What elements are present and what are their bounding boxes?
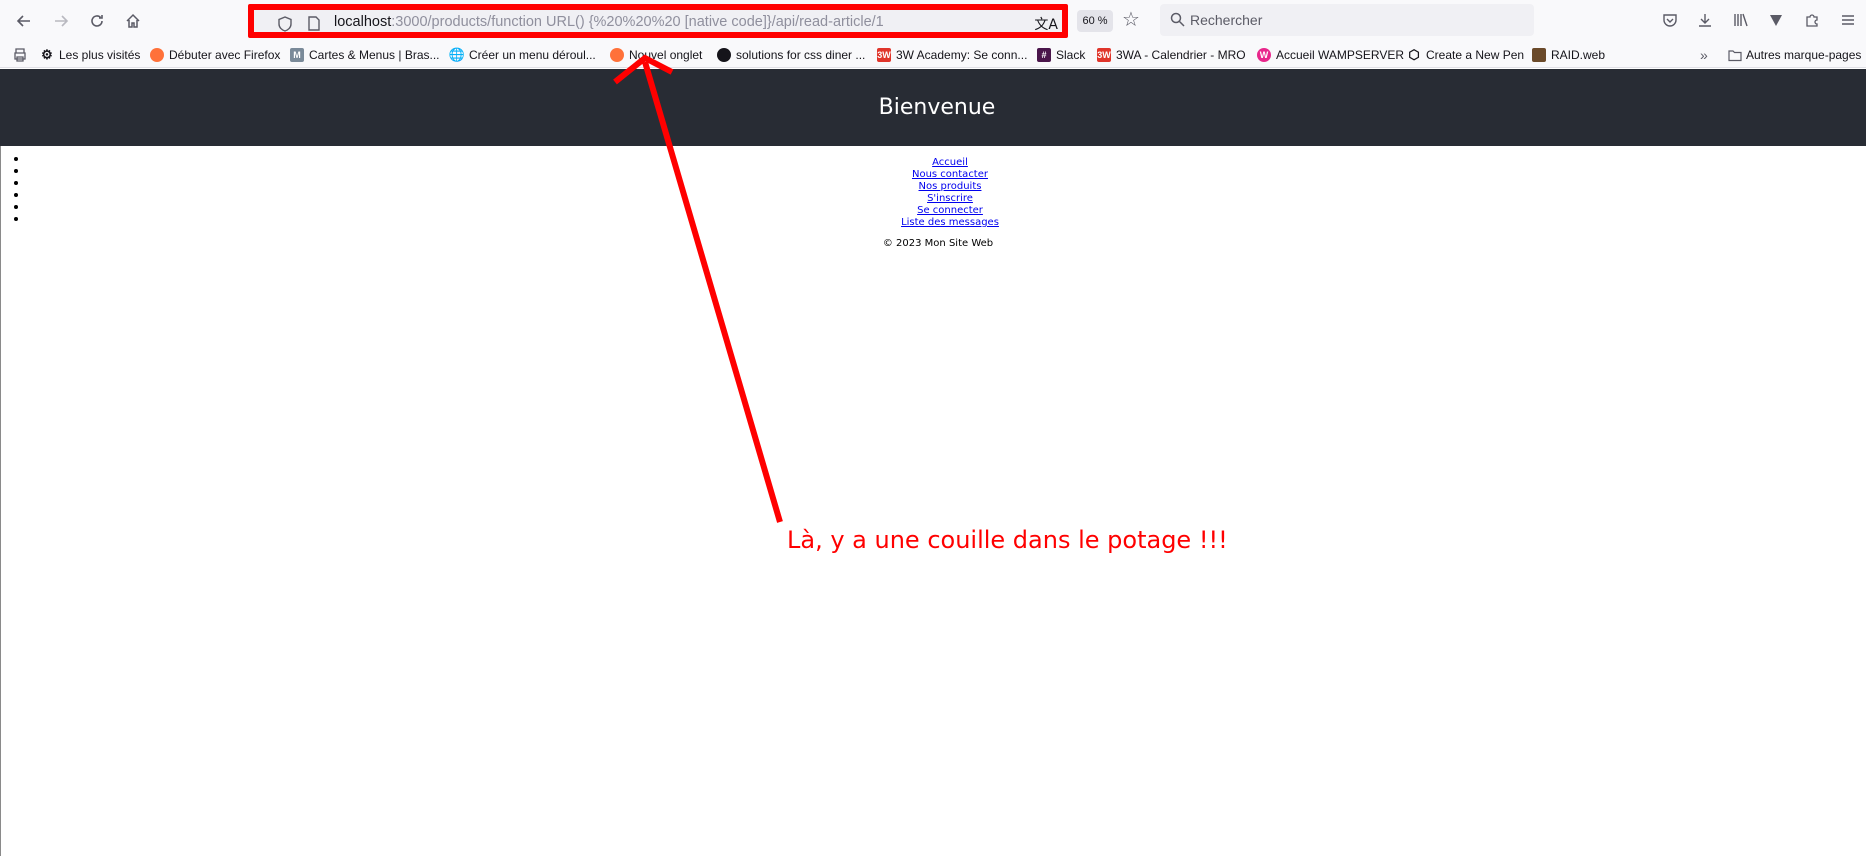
page-left-border [0,146,1,856]
downloads-icon[interactable] [1694,9,1716,31]
nav-link-messages[interactable]: Liste des messages [850,217,1050,229]
browser-toolbar: localhost:3000/products/function URL() {… [0,0,1866,42]
bookmark-label: RAID.web [1551,48,1606,62]
slack-icon: # [1037,48,1051,62]
library-icon[interactable] [1730,9,1752,31]
bookmark-item[interactable]: W Accueil WAMPSERVER [1257,46,1404,64]
shield-icon[interactable] [278,16,292,32]
site-nav: Accueil Nous contacter Nos produits S'in… [850,157,1050,229]
search-bar[interactable]: Rechercher [1160,4,1534,36]
url-bar[interactable]: localhost:3000/products/function URL() {… [248,4,1068,38]
bookmark-label: Cartes & Menus | Bras... [309,48,440,62]
wamp-icon: W [1257,48,1271,62]
bookmark-item[interactable]: ⚙ Les plus visités [40,46,140,64]
bookmark-label: Create a New Pen [1426,48,1525,62]
bookmark-item[interactable]: RAID.web [1532,46,1605,64]
forward-button[interactable] [48,8,74,34]
bookmark-icon: M [290,48,304,62]
globe-icon: 🌐 [448,47,466,62]
page-icon[interactable] [308,16,320,31]
3w-icon: 3W [877,48,891,62]
bookmark-star-icon[interactable]: ☆ [1122,7,1140,31]
bookmark-label: Slack [1056,48,1086,62]
nav-link-inscrire[interactable]: S'inscrire [850,193,1050,205]
gear-icon: ⚙ [41,47,53,62]
nav-link-accueil[interactable]: Accueil [850,157,1050,169]
bookmark-item[interactable]: solutions for css diner ... [717,46,865,64]
bookmarks-bar: ⚙ Les plus visités Débuter avec Firefox M… [0,42,1866,68]
other-bookmarks-folder[interactable]: Autres marque-pages [1728,46,1861,64]
print-icon[interactable] [12,46,28,64]
extensions-puzzle-icon[interactable] [1801,9,1823,31]
nav-link-contact[interactable]: Nous contacter [850,169,1050,181]
bookmark-label: 3W Academy: Se conn... [896,48,1028,62]
nav-link-produits[interactable]: Nos produits [850,181,1050,193]
bookmark-item[interactable]: ⬡ Create a New Pen [1407,46,1524,64]
menu-icon[interactable] [1837,9,1859,31]
site-header: Bienvenue [0,69,1866,146]
reload-icon [91,15,103,27]
bookmark-label: 3WA - Calendrier - MRO [1116,48,1246,62]
bookmark-item[interactable]: # Slack [1037,46,1085,64]
url-text[interactable]: localhost:3000/products/function URL() {… [334,14,884,30]
bookmark-label: Accueil WAMPSERVER [1276,48,1405,62]
bookmark-item[interactable]: Nouvel onglet [610,46,702,64]
nav-link-connecter[interactable]: Se connecter [850,205,1050,217]
empty-list-bullets [14,157,18,229]
url-path: :3000/products/function URL() {%20%20%20… [391,14,884,30]
back-button[interactable] [11,8,37,34]
raid-icon [1532,48,1546,62]
zoom-level-button[interactable]: 60 % [1077,10,1113,32]
home-icon [126,13,140,28]
site-footer: © 2023 Mon Site Web [882,238,994,249]
bookmark-label: Nouvel onglet [629,48,703,62]
firefox-icon [610,48,624,62]
firefox-icon [150,48,164,62]
bookmark-label: Autres marque-pages [1746,48,1862,62]
extension-v-icon[interactable] [1765,9,1787,31]
search-icon [1170,12,1185,27]
bookmark-label: Les plus visités [59,48,141,62]
github-icon [717,48,731,62]
bookmark-item[interactable]: 3W 3WA - Calendrier - MRO [1097,46,1246,64]
url-host: localhost [334,14,392,30]
folder-icon [1728,50,1742,62]
arrow-left-icon [16,15,30,27]
bookmark-item[interactable]: 3W 3W Academy: Se conn... [877,46,1027,64]
bookmark-item[interactable]: M Cartes & Menus | Bras... [290,46,440,64]
bookmark-item[interactable]: Débuter avec Firefox [150,46,280,64]
bookmark-item[interactable]: 🌐 Créer un menu déroul... [448,46,596,64]
arrow-right-icon [55,15,69,27]
3wa-icon: 3W [1097,48,1111,62]
page-title: Bienvenue [878,95,996,120]
more-bookmarks-chevron-icon[interactable]: » [1700,46,1708,64]
search-placeholder: Rechercher [1190,12,1263,28]
reload-button[interactable] [84,8,110,34]
translate-icon[interactable]: 文A [1034,14,1058,34]
bookmark-label: Créer un menu déroul... [469,48,596,62]
pocket-icon[interactable] [1659,9,1681,31]
home-button[interactable] [120,8,146,34]
codepen-icon: ⬡ [1408,47,1420,62]
annotation-text: Là, y a une couille dans le potage !!! [787,526,1228,554]
bookmark-label: Débuter avec Firefox [169,48,281,62]
bookmark-label: solutions for css diner ... [736,48,866,62]
